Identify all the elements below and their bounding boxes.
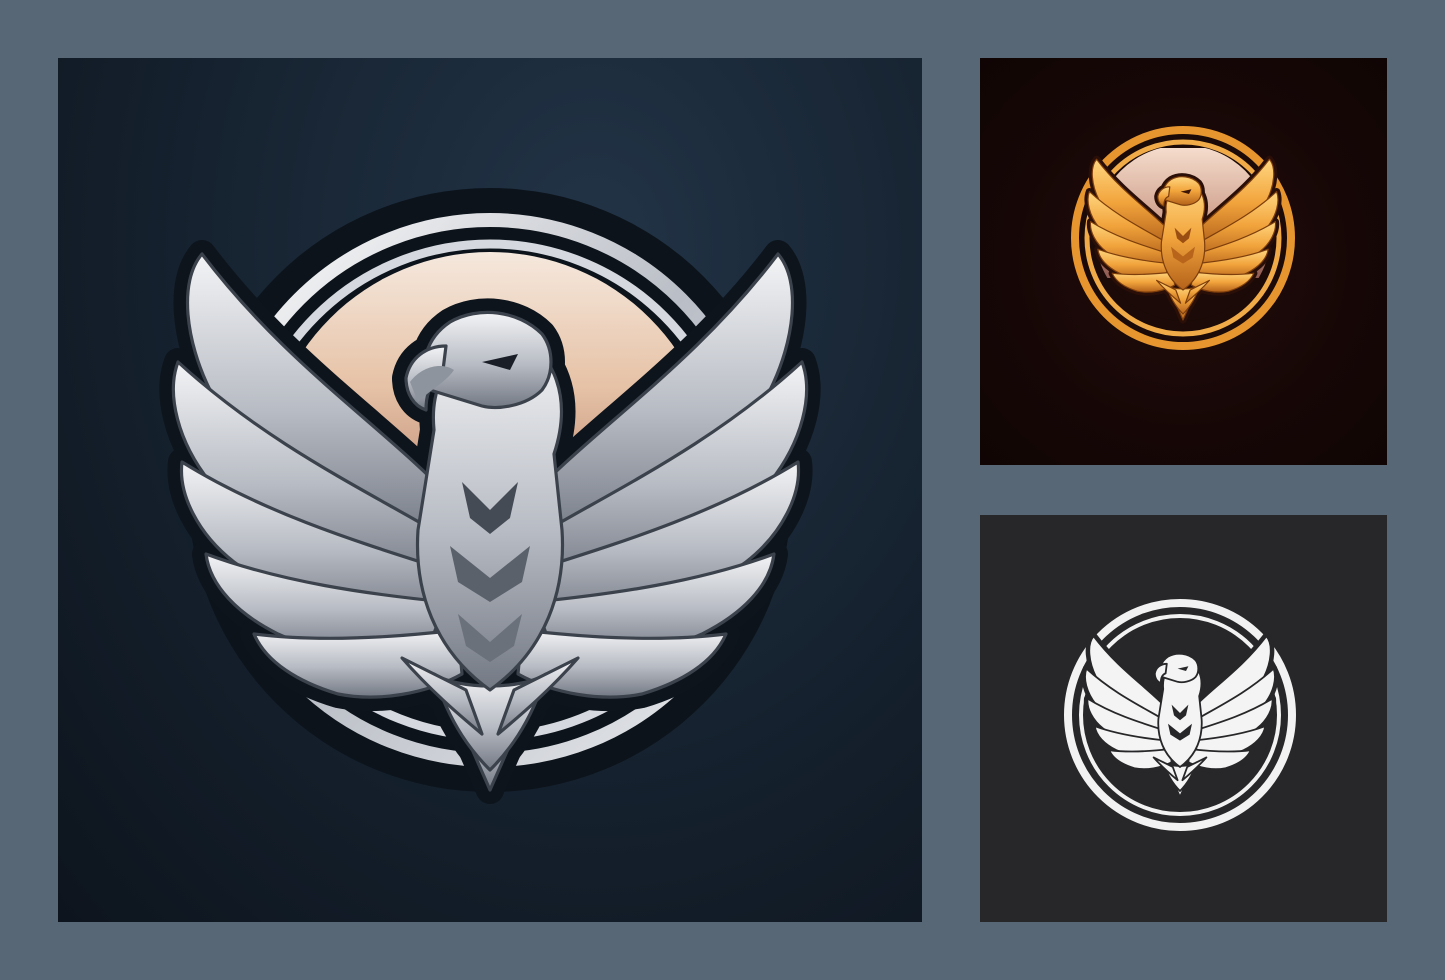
gold-eagle-emblem-icon <box>1071 126 1295 350</box>
mono-emblem-panel <box>980 515 1387 922</box>
white-eagle-emblem-icon <box>1064 599 1296 831</box>
gold-emblem-panel <box>980 58 1387 465</box>
main-emblem-panel <box>58 58 922 922</box>
silver-eagle-emblem-icon <box>58 188 922 922</box>
